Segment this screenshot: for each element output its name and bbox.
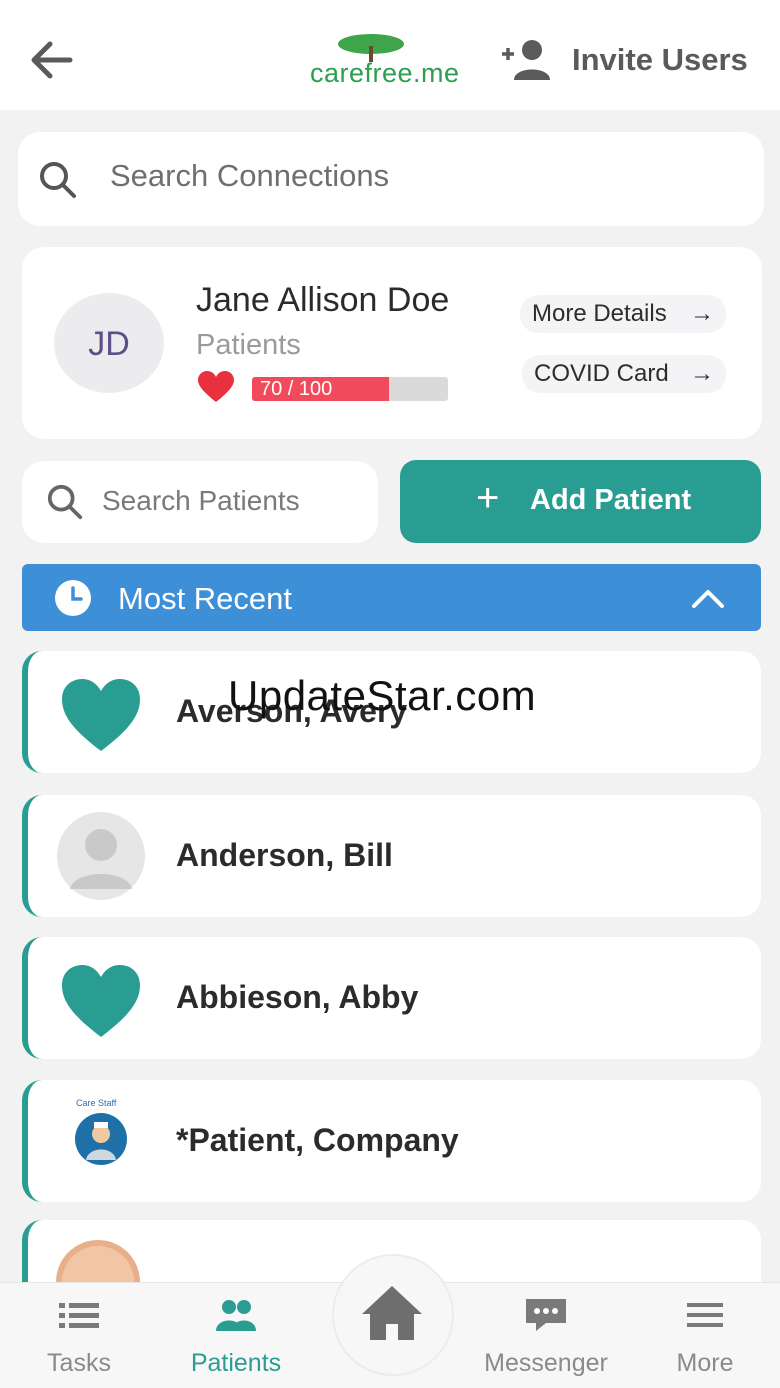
most-recent-header[interactable]: Most Recent bbox=[22, 564, 761, 631]
watermark: UpdateStar.com bbox=[228, 672, 537, 719]
home-button[interactable] bbox=[332, 1254, 454, 1376]
covid-card-button[interactable]: COVID Card → bbox=[522, 355, 726, 393]
default-avatar-icon bbox=[57, 812, 145, 900]
patient-name: Abbieson, Abby bbox=[176, 979, 419, 1015]
chat-icon bbox=[526, 1299, 566, 1331]
list-icon bbox=[59, 1303, 99, 1328]
arrow-right-icon: → bbox=[690, 360, 714, 387]
profile-role: Patients bbox=[196, 329, 301, 361]
plus-icon: + bbox=[476, 476, 500, 520]
more-details-label: More Details bbox=[532, 300, 667, 327]
avatar: JD bbox=[54, 293, 164, 393]
avatar-initials: JD bbox=[88, 325, 130, 363]
heart-icon bbox=[198, 371, 234, 402]
nav-messenger-label: Messenger bbox=[484, 1349, 608, 1377]
app-header: carefree.me Invite Users bbox=[0, 0, 780, 110]
carefree-logo: carefree.me bbox=[308, 32, 478, 92]
most-recent-label: Most Recent bbox=[118, 581, 293, 616]
search-patients-placeholder: Search Patients bbox=[102, 485, 300, 516]
menu-icon bbox=[687, 1303, 723, 1327]
nav-tasks-label: Tasks bbox=[47, 1349, 111, 1377]
nav-messenger[interactable]: Messenger bbox=[476, 1295, 616, 1378]
users-icon bbox=[216, 1300, 256, 1331]
nav-tasks[interactable]: Tasks bbox=[9, 1295, 149, 1378]
add-user-icon[interactable] bbox=[500, 38, 554, 82]
care-staff-avatar: Care Staff bbox=[56, 1096, 146, 1186]
home-icon bbox=[362, 1286, 422, 1340]
care-staff-badge-text: Care Staff bbox=[76, 1098, 117, 1108]
chevron-up-icon[interactable] bbox=[688, 582, 728, 614]
search-icon bbox=[40, 162, 76, 198]
search-connections-field[interactable]: Search Connections bbox=[18, 132, 764, 226]
covid-card-label: COVID Card bbox=[534, 360, 669, 387]
logo-text: carefree.me bbox=[310, 58, 460, 88]
back-arrow-icon[interactable] bbox=[28, 38, 74, 82]
more-details-button[interactable]: More Details → bbox=[520, 295, 726, 333]
nav-patients[interactable]: Patients bbox=[166, 1295, 306, 1378]
search-patients-field[interactable]: Search Patients bbox=[22, 461, 378, 543]
clock-icon bbox=[55, 580, 91, 616]
nav-more-label: More bbox=[676, 1349, 734, 1377]
nav-more[interactable]: More bbox=[635, 1295, 775, 1378]
nav-patients-label: Patients bbox=[190, 1349, 282, 1377]
list-item[interactable]: Abbieson, Abby bbox=[22, 937, 761, 1059]
list-item[interactable]: Care Staff *Patient, Company bbox=[22, 1080, 761, 1202]
heart-icon bbox=[62, 965, 140, 1037]
list-item[interactable]: Anderson, Bill bbox=[22, 795, 761, 917]
patient-name: Anderson, Bill bbox=[176, 837, 393, 873]
health-score-bar: 70 / 100 bbox=[252, 377, 448, 401]
search-connections-placeholder: Search Connections bbox=[110, 158, 390, 193]
patient-photo bbox=[56, 1240, 140, 1282]
invite-users-button[interactable]: Invite Users bbox=[572, 42, 748, 78]
arrow-right-icon: → bbox=[690, 300, 714, 327]
profile-name: Jane Allison Doe bbox=[196, 281, 450, 319]
search-icon bbox=[47, 484, 83, 520]
nurse-icon bbox=[75, 1113, 127, 1165]
health-score-text: 70 / 100 bbox=[260, 378, 333, 400]
patient-name: *Patient, Company bbox=[176, 1122, 459, 1158]
heart-icon bbox=[62, 679, 140, 751]
add-patient-button[interactable]: + Add Patient bbox=[400, 460, 761, 543]
profile-card[interactable]: JD Jane Allison Doe Patients 70 / 100 Mo… bbox=[22, 247, 762, 439]
add-patient-label: Add Patient bbox=[530, 484, 692, 516]
